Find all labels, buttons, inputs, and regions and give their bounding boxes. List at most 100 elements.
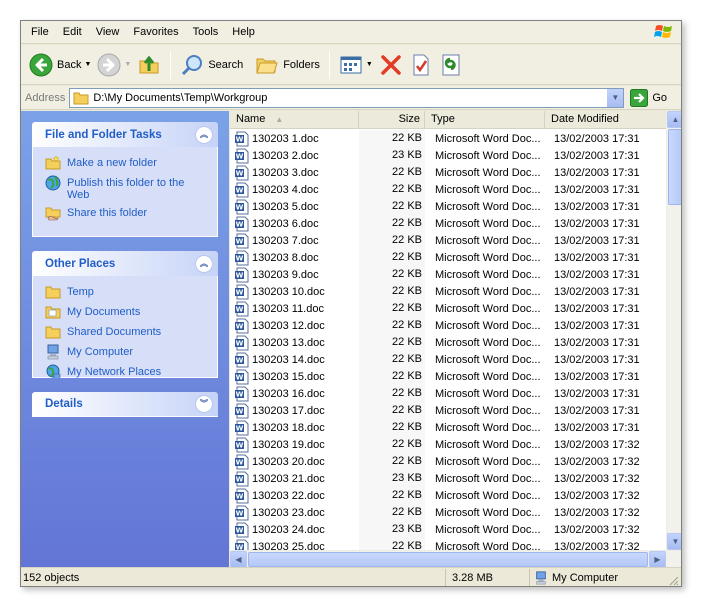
file-name-cell[interactable]: W 130203 15.doc — [230, 369, 359, 385]
file-name-cell[interactable]: W 130203 6.doc — [230, 216, 359, 232]
file-name-cell[interactable]: W 130203 17.doc — [230, 403, 359, 419]
file-name-cell[interactable]: W 130203 9.doc — [230, 267, 359, 283]
table-row[interactable]: W 130203 7.doc 22 KB Microsoft Word Doc... 1… — [230, 232, 666, 249]
table-row[interactable]: W 130203 12.doc 22 KB Microsoft Word Doc...… — [230, 317, 666, 334]
file-name-cell[interactable]: W 130203 23.doc — [230, 505, 359, 521]
table-row[interactable]: W 130203 4.doc 22 KB Microsoft Word Doc... 1… — [230, 181, 666, 198]
expand-chevron-icon[interactable]: ︾ — [195, 395, 213, 413]
file-name: 130203 23.doc — [252, 506, 325, 519]
file-date-modified: 13/02/2003 17:32 — [554, 523, 640, 536]
collapse-chevron-icon[interactable]: ︽ — [195, 125, 213, 144]
table-row[interactable]: W 130203 18.doc 22 KB Microsoft Word Doc...… — [230, 419, 666, 436]
properties-button[interactable] — [406, 49, 436, 81]
table-row[interactable]: W 130203 8.doc 22 KB Microsoft Word Doc... 1… — [230, 249, 666, 266]
address-field[interactable]: D:\My Documents\Temp\Workgroup ▼ — [69, 87, 625, 108]
task-publish-to-web[interactable]: Publish this folder to the Web — [45, 175, 209, 201]
file-name-cell[interactable]: W 130203 19.doc — [230, 437, 359, 453]
file-name-cell[interactable]: W 130203 11.doc — [230, 301, 359, 317]
forward-dropdown-icon[interactable]: ▼ — [124, 61, 131, 68]
table-row[interactable]: W 130203 14.doc 22 KB Microsoft Word Doc...… — [230, 351, 666, 368]
undo-button[interactable] — [436, 49, 466, 81]
table-row[interactable]: W 130203 15.doc 22 KB Microsoft Word Doc...… — [230, 368, 666, 385]
file-name-cell[interactable]: W 130203 13.doc — [230, 335, 359, 351]
file-name-cell[interactable]: W 130203 2.doc — [230, 148, 359, 164]
place-my-documents[interactable]: My Documents — [45, 304, 209, 320]
file-name-cell[interactable]: W 130203 7.doc — [230, 233, 359, 249]
table-row[interactable]: W 130203 21.doc 23 KB Microsoft Word Doc...… — [230, 470, 666, 487]
menu-tools[interactable]: Tools — [186, 22, 226, 42]
file-name-cell[interactable]: W 130203 12.doc — [230, 318, 359, 334]
file-name-cell[interactable]: W 130203 18.doc — [230, 420, 359, 436]
place-shared-documents[interactable]: Shared Documents — [45, 324, 209, 340]
table-row[interactable]: W 130203 11.doc 22 KB Microsoft Word Doc...… — [230, 300, 666, 317]
file-name-cell[interactable]: W 130203 10.doc — [230, 284, 359, 300]
file-name-cell[interactable]: W 130203 4.doc — [230, 182, 359, 198]
table-row[interactable]: W 130203 22.doc 22 KB Microsoft Word Doc...… — [230, 487, 666, 504]
task-make-new-folder[interactable]: Make a new folder — [45, 155, 209, 171]
folders-button[interactable]: Folders — [252, 49, 323, 81]
table-row[interactable]: W 130203 17.doc 22 KB Microsoft Word Doc...… — [230, 402, 666, 419]
column-header-type[interactable]: Type — [425, 111, 545, 129]
resize-grip-icon[interactable] — [667, 574, 679, 586]
menu-file[interactable]: File — [24, 22, 56, 42]
file-name-cell[interactable]: W 130203 22.doc — [230, 488, 359, 504]
place-temp[interactable]: Temp — [45, 284, 209, 300]
table-row[interactable]: W 130203 2.doc 23 KB Microsoft Word Doc... 1… — [230, 147, 666, 164]
file-name-cell[interactable]: W 130203 8.doc — [230, 250, 359, 266]
file-name-cell[interactable]: W 130203 1.doc — [230, 131, 359, 147]
menu-edit[interactable]: Edit — [56, 22, 89, 42]
table-row[interactable]: W 130203 16.doc 22 KB Microsoft Word Doc...… — [230, 385, 666, 402]
horizontal-scroll-thumb[interactable] — [248, 552, 648, 567]
file-name-cell[interactable]: W 130203 16.doc — [230, 386, 359, 402]
scroll-left-button[interactable]: ◀ — [230, 551, 247, 568]
views-dropdown-icon[interactable]: ▼ — [366, 61, 373, 68]
column-header-size[interactable]: Size — [359, 111, 425, 129]
table-row[interactable]: W 130203 10.doc 22 KB Microsoft Word Doc...… — [230, 283, 666, 300]
scroll-up-button[interactable]: ▲ — [667, 111, 681, 128]
task-share-folder[interactable]: Share this folder — [45, 205, 209, 221]
file-name-cell[interactable]: W 130203 21.doc — [230, 471, 359, 487]
file-name-cell[interactable]: W 130203 20.doc — [230, 454, 359, 470]
place-my-network-places[interactable]: My Network Places — [45, 364, 209, 378]
file-name-cell[interactable]: W 130203 24.doc — [230, 522, 359, 538]
vertical-scroll-thumb[interactable] — [668, 129, 681, 205]
scroll-down-button[interactable]: ▼ — [667, 533, 681, 550]
forward-button[interactable]: ▼ — [94, 49, 134, 81]
views-button[interactable]: ▼ — [336, 49, 376, 81]
search-button[interactable]: Search — [177, 49, 246, 81]
file-folder-tasks-header[interactable]: File and Folder Tasks ︽ — [32, 122, 218, 147]
back-button[interactable]: Back ▼ — [26, 49, 94, 81]
delete-button[interactable] — [376, 49, 406, 81]
menu-help[interactable]: Help — [225, 22, 262, 42]
details-header[interactable]: Details ︾ — [32, 392, 218, 417]
column-header-name[interactable]: Name ▲ — [230, 111, 359, 129]
file-name-cell[interactable]: W 130203 5.doc — [230, 199, 359, 215]
horizontal-scrollbar[interactable]: ◀ ▶ — [230, 550, 681, 568]
table-row[interactable]: W 130203 24.doc 23 KB Microsoft Word Doc...… — [230, 521, 666, 538]
table-row[interactable]: W 130203 5.doc 22 KB Microsoft Word Doc... 1… — [230, 198, 666, 215]
scroll-right-button[interactable]: ▶ — [649, 551, 666, 568]
table-row[interactable]: W 130203 19.doc 22 KB Microsoft Word Doc...… — [230, 436, 666, 453]
up-button[interactable] — [134, 49, 164, 81]
file-folder-tasks-title: File and Folder Tasks — [45, 128, 162, 141]
back-dropdown-icon[interactable]: ▼ — [84, 61, 91, 68]
other-places-header[interactable]: Other Places ︽ — [32, 251, 218, 276]
table-row[interactable]: W 130203 6.doc 22 KB Microsoft Word Doc... 1… — [230, 215, 666, 232]
go-button[interactable]: Go — [630, 88, 667, 107]
address-dropdown-button[interactable]: ▼ — [606, 88, 624, 107]
table-row[interactable]: W 130203 13.doc 22 KB Microsoft Word Doc...… — [230, 334, 666, 351]
table-row[interactable]: W 130203 20.doc 22 KB Microsoft Word Doc...… — [230, 453, 666, 470]
collapse-chevron-icon[interactable]: ︽ — [195, 254, 213, 273]
vertical-scrollbar[interactable]: ▲ ▼ — [666, 111, 681, 550]
table-row[interactable]: W 130203 3.doc 22 KB Microsoft Word Doc... 1… — [230, 164, 666, 181]
table-row[interactable]: W 130203 9.doc 22 KB Microsoft Word Doc... 1… — [230, 266, 666, 283]
table-row[interactable]: W 130203 1.doc 22 KB Microsoft Word Doc... 1… — [230, 130, 666, 147]
column-header-date[interactable]: Date Modified — [545, 111, 666, 129]
file-name-cell[interactable]: W 130203 14.doc — [230, 352, 359, 368]
menu-favorites[interactable]: Favorites — [126, 22, 185, 42]
menu-view[interactable]: View — [89, 22, 127, 42]
file-name-cell[interactable]: W 130203 3.doc — [230, 165, 359, 181]
table-row[interactable]: W 130203 23.doc 22 KB Microsoft Word Doc...… — [230, 504, 666, 521]
place-my-computer[interactable]: My Computer — [45, 344, 209, 360]
file-name: 130203 14.doc — [252, 353, 325, 366]
